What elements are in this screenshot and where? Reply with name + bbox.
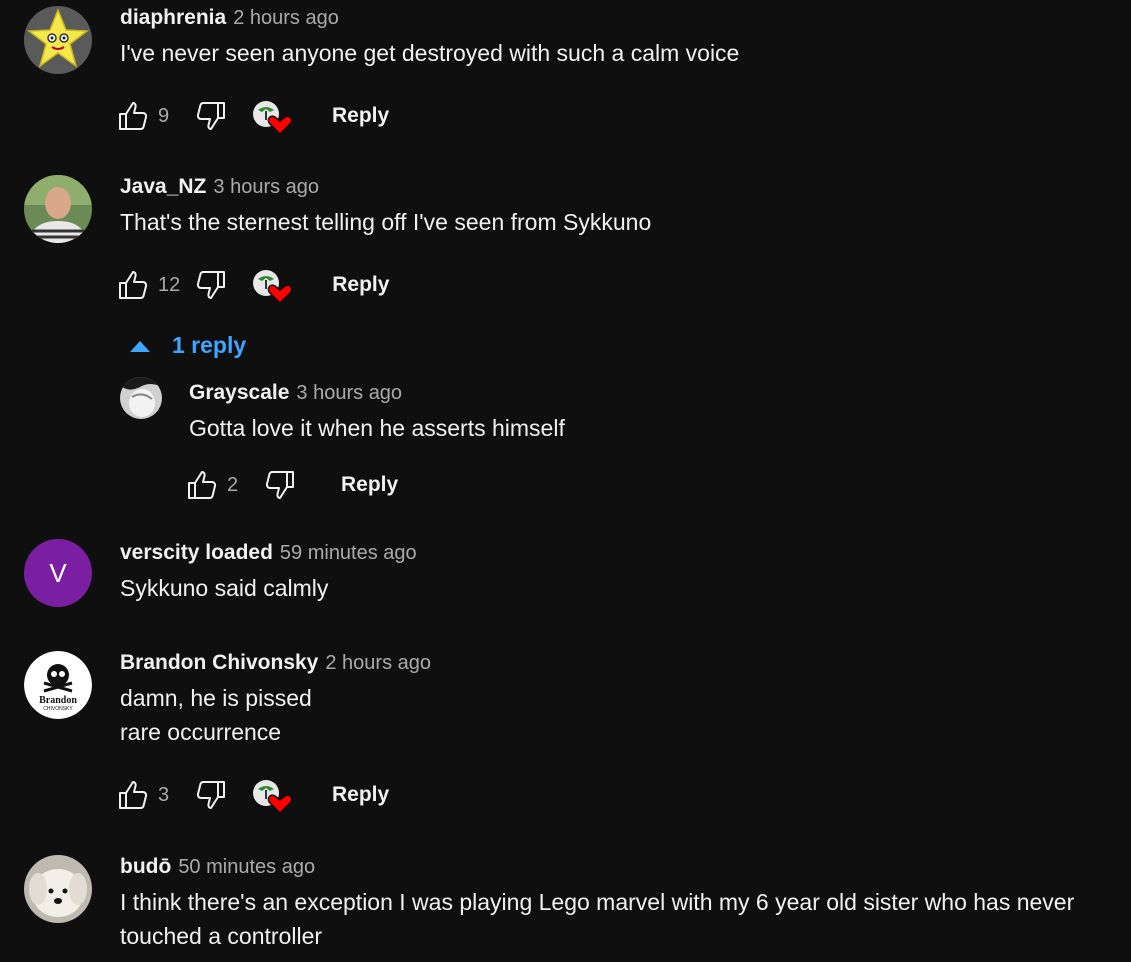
- avatar[interactable]: [120, 377, 162, 419]
- creator-heart-icon: [250, 265, 294, 305]
- replies-count-label: 1 reply: [172, 332, 247, 358]
- comment-timestamp[interactable]: 2 hours ago: [233, 7, 339, 30]
- comment-author[interactable]: Grayscale: [189, 381, 289, 405]
- like-icon[interactable]: [116, 268, 150, 302]
- comment-text: I've never seen anyone get destroyed wit…: [120, 36, 739, 70]
- comment-text-line: I've never seen anyone get destroyed wit…: [120, 40, 740, 66]
- avatar[interactable]: Brandon CHIVONSKY: [24, 651, 92, 719]
- like-icon[interactable]: [116, 99, 150, 133]
- avatar[interactable]: [24, 855, 92, 923]
- comment-author[interactable]: diaphrenia: [120, 6, 226, 30]
- dislike-icon[interactable]: [263, 468, 297, 502]
- comment-text-line: Gotta love it when he asserts himself: [189, 415, 565, 441]
- avatar[interactable]: V: [24, 539, 92, 607]
- reply-button[interactable]: Reply: [332, 783, 389, 807]
- like-count: 3: [158, 783, 170, 806]
- reply-button[interactable]: Reply: [332, 273, 389, 297]
- comment-author[interactable]: verscity loaded: [120, 541, 273, 565]
- dislike-icon[interactable]: [194, 99, 228, 133]
- comment-timestamp[interactable]: 2 hours ago: [325, 652, 431, 675]
- reply-button[interactable]: Reply: [341, 473, 398, 497]
- like-count: 2: [227, 473, 239, 496]
- avatar[interactable]: [24, 175, 92, 243]
- comment-author[interactable]: budō: [120, 855, 171, 879]
- reply-button[interactable]: Reply: [332, 104, 389, 128]
- comment-text-line: rare occurrence: [120, 719, 282, 745]
- comment-author[interactable]: Brandon Chivonsky: [120, 651, 318, 675]
- dislike-icon[interactable]: [194, 778, 228, 812]
- comment-timestamp[interactable]: 3 hours ago: [213, 176, 319, 199]
- comment-text: Sykkuno said calmly: [120, 571, 417, 605]
- replies-toggle-button[interactable]: 1 reply: [128, 332, 246, 359]
- comment-timestamp[interactable]: 3 hours ago: [296, 382, 402, 405]
- creator-heart-icon: [250, 96, 294, 136]
- like-count: 9: [158, 104, 170, 127]
- comment-text: Gotta love it when he asserts himself: [189, 411, 565, 445]
- dislike-icon[interactable]: [194, 268, 228, 302]
- comment-text-line: damn, he is pissed: [120, 685, 312, 711]
- avatar-logo-text: Brandon: [39, 695, 77, 706]
- comment-text-line: That's the sternest telling off I've see…: [120, 209, 652, 235]
- like-count: 12: [158, 273, 181, 296]
- comment-text-line: touched a controller: [120, 923, 323, 949]
- caret-up-icon: [130, 340, 150, 352]
- comment-timestamp[interactable]: 59 minutes ago: [280, 542, 417, 565]
- avatar-logo-subtext: CHIVONSKY: [43, 706, 73, 712]
- comment-timestamp[interactable]: 50 minutes ago: [178, 856, 315, 879]
- comment-text: damn, he is pissed rare occurrence: [120, 681, 431, 749]
- comment-text: I think there's an exception I was playi…: [120, 885, 1074, 953]
- comment-text-line: I think there's an exception I was playi…: [120, 889, 1075, 915]
- creator-heart-icon: [250, 775, 294, 815]
- comment-text: That's the sternest telling off I've see…: [120, 205, 651, 239]
- comment-text-line: Sykkuno said calmly: [120, 575, 329, 601]
- like-icon[interactable]: [116, 778, 150, 812]
- comment-author[interactable]: Java_NZ: [120, 175, 206, 199]
- avatar-letter: V: [49, 557, 67, 588]
- avatar[interactable]: [24, 6, 92, 74]
- like-icon[interactable]: [185, 468, 219, 502]
